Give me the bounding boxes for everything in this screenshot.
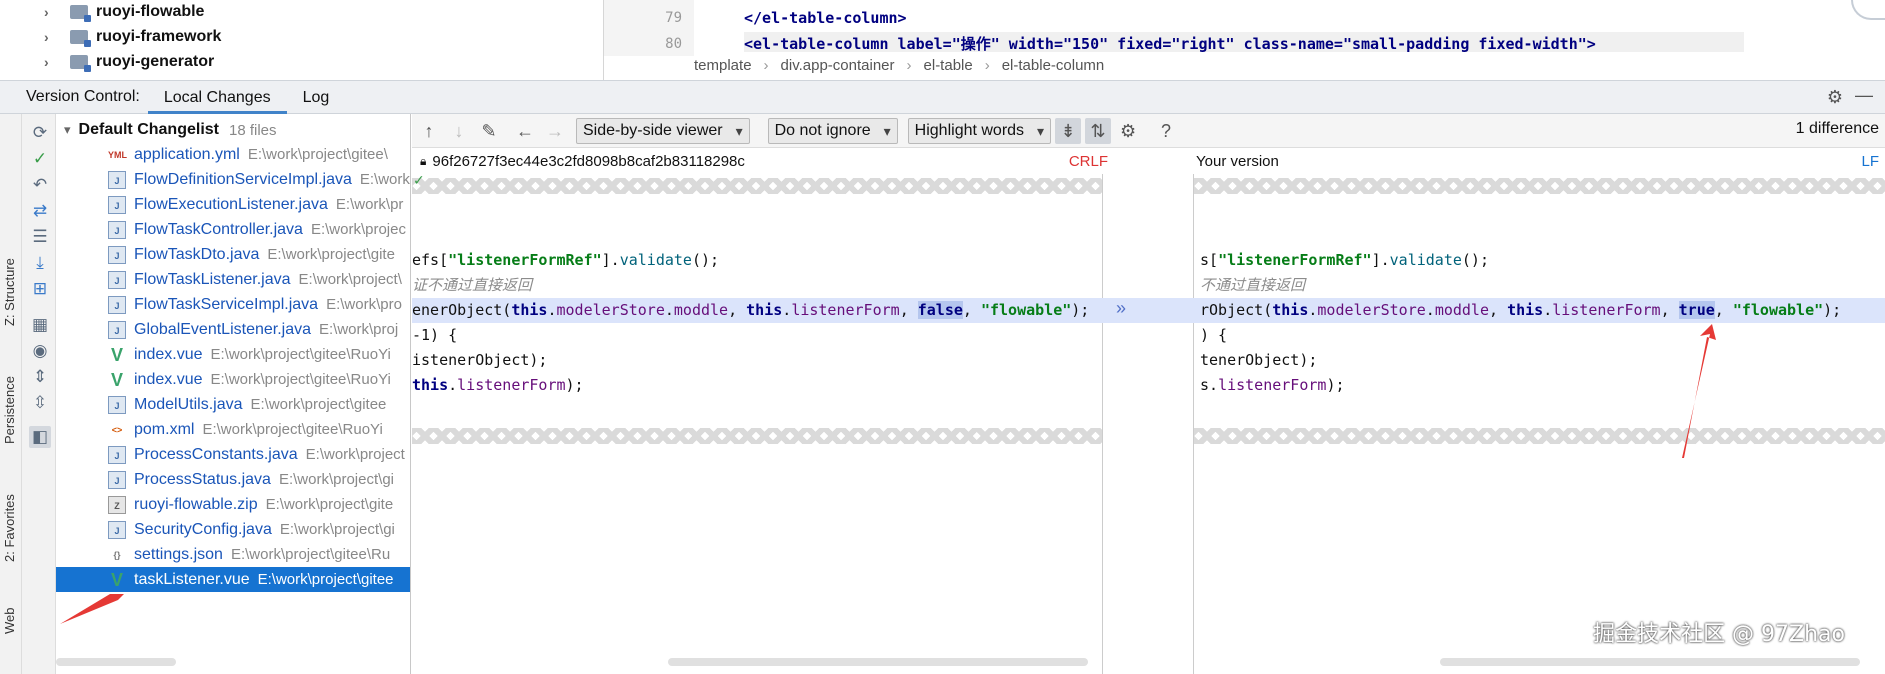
watermark: 掘金技术社区 @ 97Zhao [1593,622,1845,647]
annotation-arrows [60,324,1716,624]
arrow-to-changed-word [1682,324,1716,458]
arrow-to-selected-file [60,594,124,624]
